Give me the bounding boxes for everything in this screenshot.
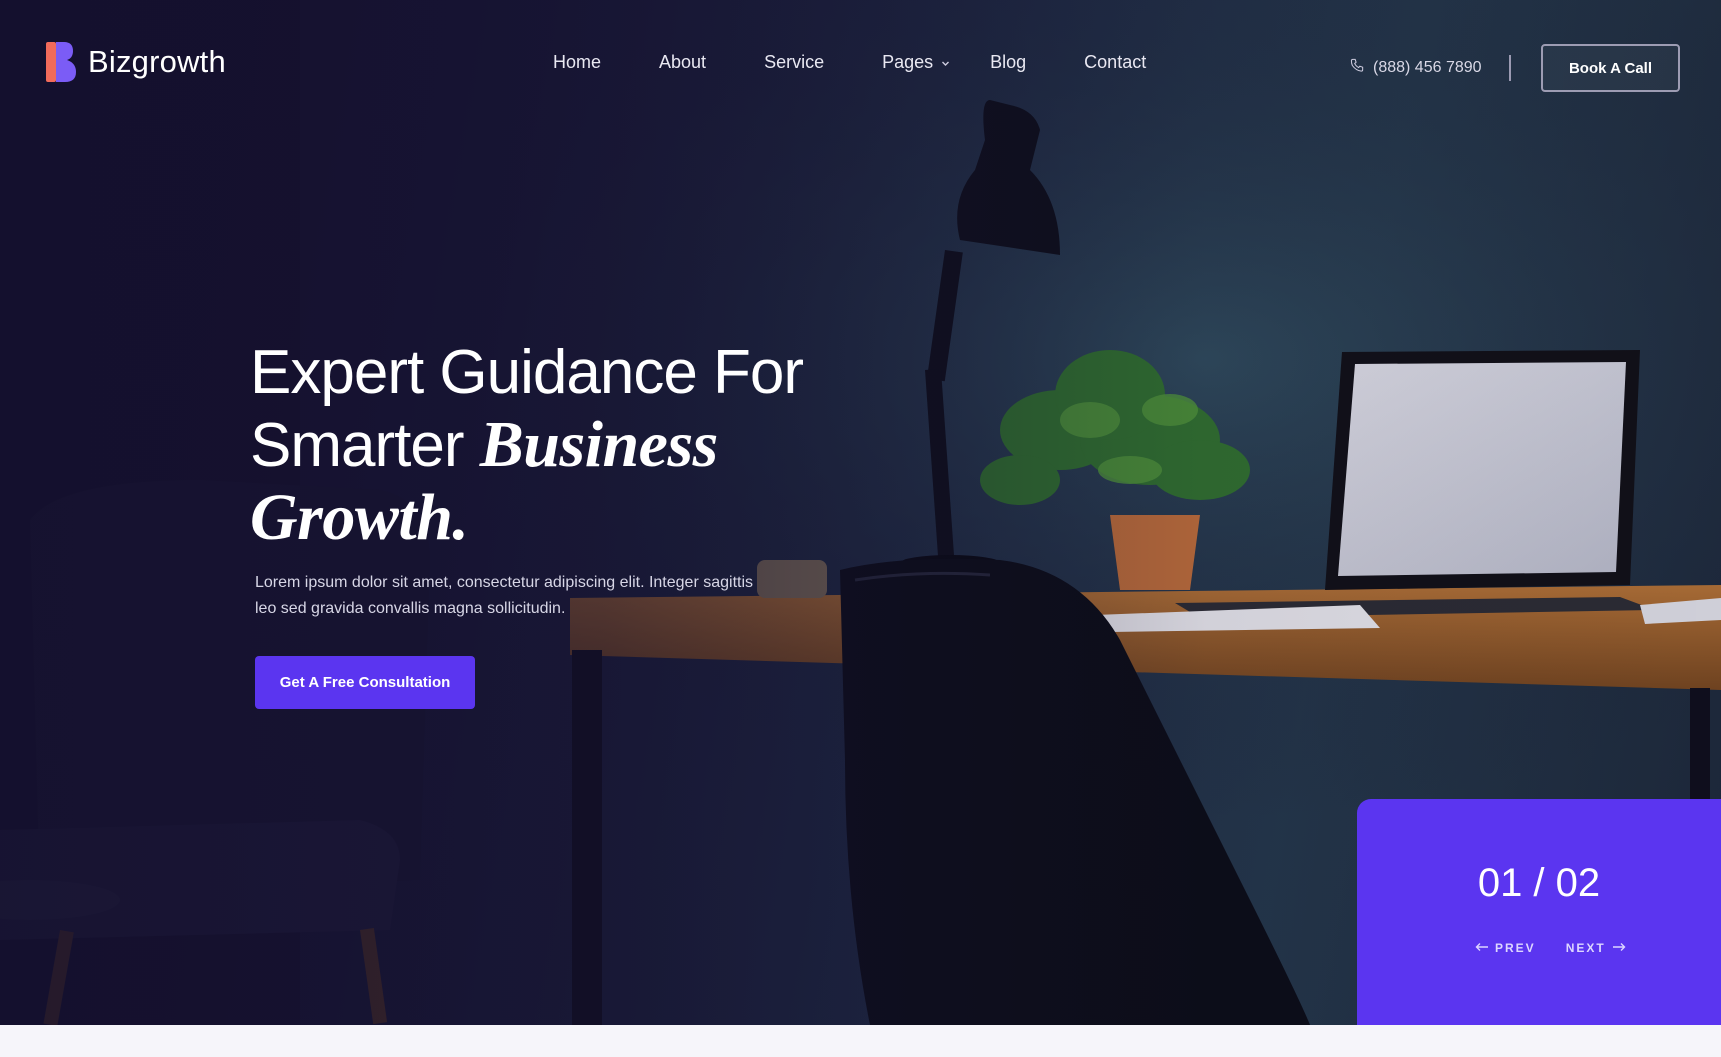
nav-item-blog[interactable]: Blog bbox=[990, 52, 1026, 73]
headline-line-2: Smarter Business bbox=[250, 409, 890, 482]
next-label: NEXT bbox=[1565, 941, 1606, 955]
nav-item-service[interactable]: Service bbox=[764, 52, 824, 73]
prev-slide-button[interactable]: PREV bbox=[1475, 941, 1536, 955]
header-divider bbox=[1509, 55, 1511, 81]
arrow-left-icon bbox=[1475, 941, 1489, 955]
headline-line-3: Growth. bbox=[250, 482, 890, 555]
headline-line-2-text: Smarter bbox=[250, 411, 480, 480]
nav-item-pages-label: Pages bbox=[882, 52, 934, 72]
headline-italic-business: Business bbox=[479, 408, 719, 481]
free-consultation-button[interactable]: Get A Free Consultation bbox=[255, 656, 475, 709]
book-a-call-button[interactable]: Book A Call bbox=[1541, 44, 1680, 92]
main-nav: Home About Service Pages Blog Contact bbox=[553, 52, 1204, 73]
brand-logo[interactable]: Bizgrowth bbox=[46, 42, 226, 82]
slider-controls: 01 / 02 PREV NEXT bbox=[1357, 799, 1721, 1025]
hero-description: Lorem ipsum dolor sit amet, consectetur … bbox=[255, 574, 754, 617]
hero-section: Bizgrowth Home About Service Pages Blog … bbox=[0, 0, 1721, 1025]
next-section-edge bbox=[0, 1025, 1721, 1057]
slide-nav: PREV NEXT bbox=[1475, 941, 1626, 955]
headline-line-1: Expert Guidance For bbox=[250, 338, 804, 407]
b-logo-icon bbox=[46, 42, 76, 82]
phone-contact[interactable]: (888) 456 7890 bbox=[1350, 58, 1482, 78]
headline-italic-growth: Growth. bbox=[250, 481, 469, 554]
phone-icon bbox=[1350, 58, 1365, 78]
site-header: Bizgrowth Home About Service Pages Blog … bbox=[0, 0, 1721, 130]
slide-counter: 01 / 02 bbox=[1477, 861, 1601, 905]
nav-item-home[interactable]: Home bbox=[553, 52, 601, 73]
prev-label: PREV bbox=[1495, 941, 1536, 955]
nav-item-about[interactable]: About bbox=[659, 52, 706, 73]
brand-name: Bizgrowth bbox=[88, 44, 226, 79]
next-slide-button[interactable]: NEXT bbox=[1566, 941, 1626, 955]
nav-item-pages[interactable]: Pages bbox=[882, 52, 950, 73]
nav-item-contact[interactable]: Contact bbox=[1084, 52, 1146, 73]
arrow-right-icon bbox=[1612, 941, 1626, 955]
phone-number: (888) 456 7890 bbox=[1373, 59, 1482, 76]
chevron-down-icon bbox=[941, 59, 950, 68]
hero-headline: Expert Guidance For Smarter Business Gro… bbox=[250, 337, 890, 555]
